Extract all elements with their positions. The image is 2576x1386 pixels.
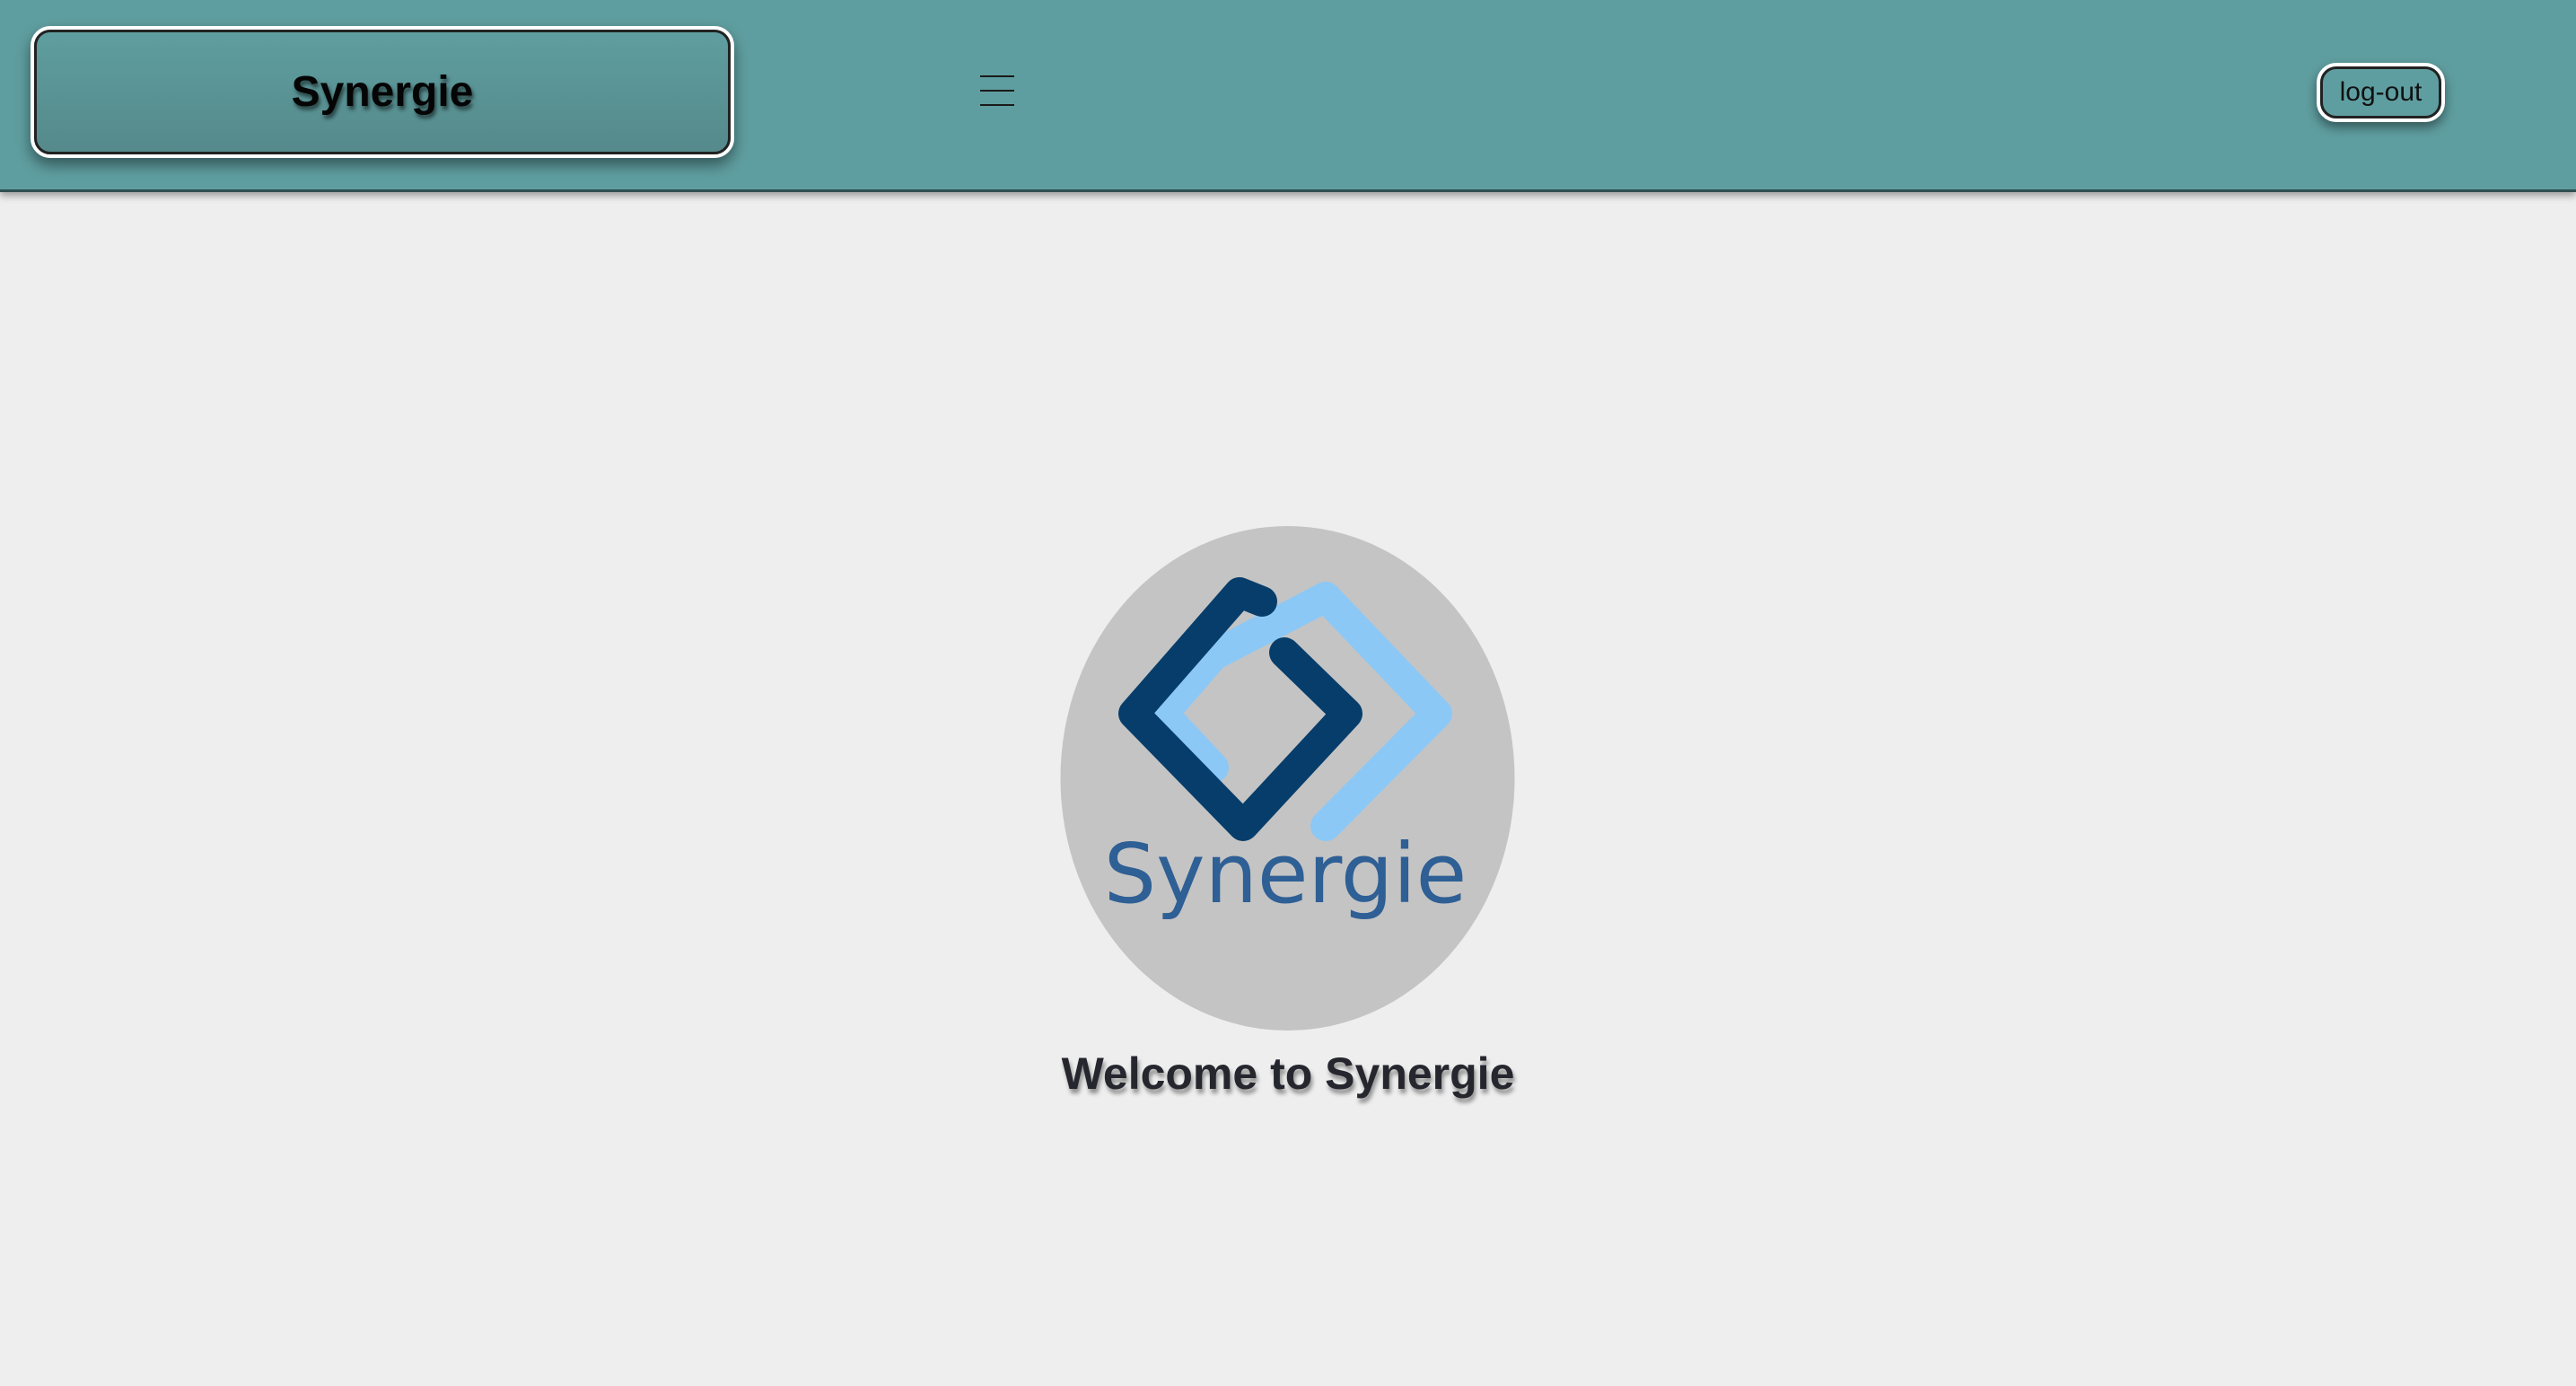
synergie-logo: Synergie (1060, 525, 1515, 1031)
logo-wordmark: Synergie (1104, 826, 1468, 922)
brand-title: Synergie (291, 68, 474, 116)
brand-box[interactable]: Synergie (31, 26, 734, 158)
menu-line (980, 104, 1014, 106)
logout-button[interactable]: log-out (2317, 63, 2445, 122)
menu-line (980, 75, 1014, 77)
menu-line (980, 90, 1014, 92)
hamburger-menu-icon[interactable] (980, 74, 1020, 108)
logo-graphic: Synergie (1060, 526, 1515, 1031)
top-navbar: Synergie log-out (0, 0, 2576, 192)
welcome-heading: Welcome to Synergie (1061, 1048, 1515, 1099)
